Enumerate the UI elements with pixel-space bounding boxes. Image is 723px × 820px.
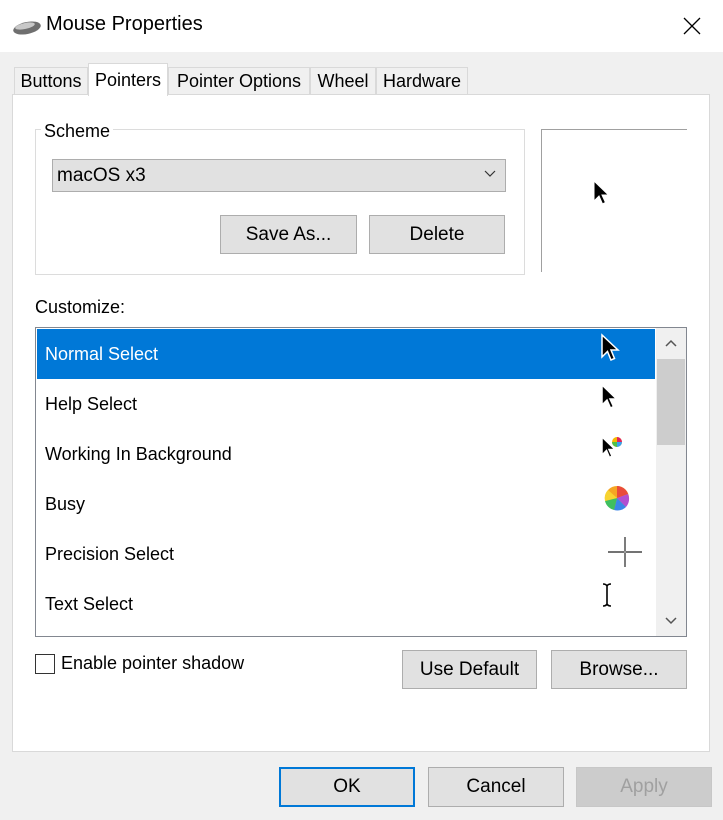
scroll-down-button[interactable]	[656, 606, 686, 636]
use-default-button[interactable]: Use Default	[402, 650, 537, 689]
tab-label: Pointers	[94, 69, 162, 90]
close-icon	[683, 17, 701, 35]
tab-wheel[interactable]: Wheel	[310, 67, 376, 95]
spinner-cursor-icon	[604, 486, 630, 511]
cursor-list[interactable]: Normal Select Help Select Working In Bac…	[35, 327, 687, 637]
chevron-down-icon	[665, 617, 677, 625]
list-scrollbar[interactable]	[656, 328, 686, 636]
list-item[interactable]: Help Select	[37, 379, 655, 429]
tab-pointer-options[interactable]: Pointer Options	[168, 67, 310, 95]
delete-label: Delete	[409, 223, 465, 245]
tab-hardware[interactable]: Hardware	[376, 67, 468, 95]
list-item-label: Working In Background	[45, 443, 232, 464]
cancel-label: Cancel	[466, 776, 526, 797]
cancel-button[interactable]: Cancel	[428, 767, 564, 807]
list-item-label: Precision Select	[45, 543, 175, 564]
crosshair-cursor-icon	[608, 537, 642, 567]
ok-label: OK	[333, 776, 361, 797]
list-item-label: Normal Select	[45, 343, 159, 364]
window-title: Mouse Properties	[46, 13, 203, 35]
tab-label: Buttons	[20, 71, 82, 91]
title-bar: Mouse Properties	[0, 0, 723, 52]
tab-label: Pointer Options	[176, 71, 302, 91]
pointer-shadow-option[interactable]: Enable pointer shadow	[35, 653, 244, 674]
ok-button[interactable]: OK	[279, 767, 415, 807]
customize-label: Customize:	[35, 297, 126, 317]
list-item[interactable]: Working In Background	[37, 429, 655, 479]
list-item[interactable]: Busy	[37, 479, 655, 529]
tab-pointers[interactable]: Pointers	[88, 63, 168, 96]
scheme-label: Scheme	[41, 121, 114, 142]
chevron-up-icon	[665, 339, 677, 347]
mouse-icon	[13, 21, 41, 35]
scheme-value: macOS x3	[57, 164, 146, 186]
browse-label: Browse...	[579, 658, 659, 680]
arrow-cursor-icon	[601, 383, 619, 410]
use-default-label: Use Default	[419, 658, 520, 680]
close-button[interactable]	[661, 0, 723, 52]
delete-button[interactable]: Delete	[369, 215, 505, 254]
cursor-preview	[541, 129, 687, 272]
save-as-button[interactable]: Save As...	[220, 215, 357, 254]
pointer-shadow-checkbox[interactable]	[35, 653, 55, 674]
scheme-dropdown[interactable]: macOS x3	[52, 159, 506, 192]
list-item[interactable]: Normal Select	[37, 329, 655, 379]
ibeam-cursor-icon	[602, 583, 612, 607]
list-item-label: Help Select	[45, 393, 138, 414]
chevron-down-icon	[484, 170, 496, 177]
tab-buttons[interactable]: Buttons	[14, 67, 88, 95]
pointers-panel: Scheme macOS x3 Save As... Delete Custom…	[12, 94, 710, 752]
list-item[interactable]: Text Select	[37, 579, 655, 629]
list-item-label: Text Select	[45, 593, 134, 614]
browse-button[interactable]: Browse...	[551, 650, 687, 689]
arrow-cursor-icon	[593, 180, 610, 205]
tab-label: Hardware	[382, 71, 462, 91]
apply-button[interactable]: Apply	[576, 767, 712, 807]
pointer-shadow-label: Enable pointer shadow	[61, 653, 245, 673]
apply-label: Apply	[620, 776, 668, 797]
list-item-label: Busy	[45, 493, 86, 514]
scrollbar-thumb[interactable]	[657, 359, 685, 445]
tab-label: Wheel	[317, 71, 369, 91]
arrow-busy-cursor-icon	[601, 435, 622, 459]
scroll-up-button[interactable]	[656, 328, 686, 358]
save-as-label: Save As...	[245, 223, 332, 245]
list-item[interactable]: Precision Select	[37, 529, 655, 579]
arrow-cursor-icon	[601, 333, 620, 361]
